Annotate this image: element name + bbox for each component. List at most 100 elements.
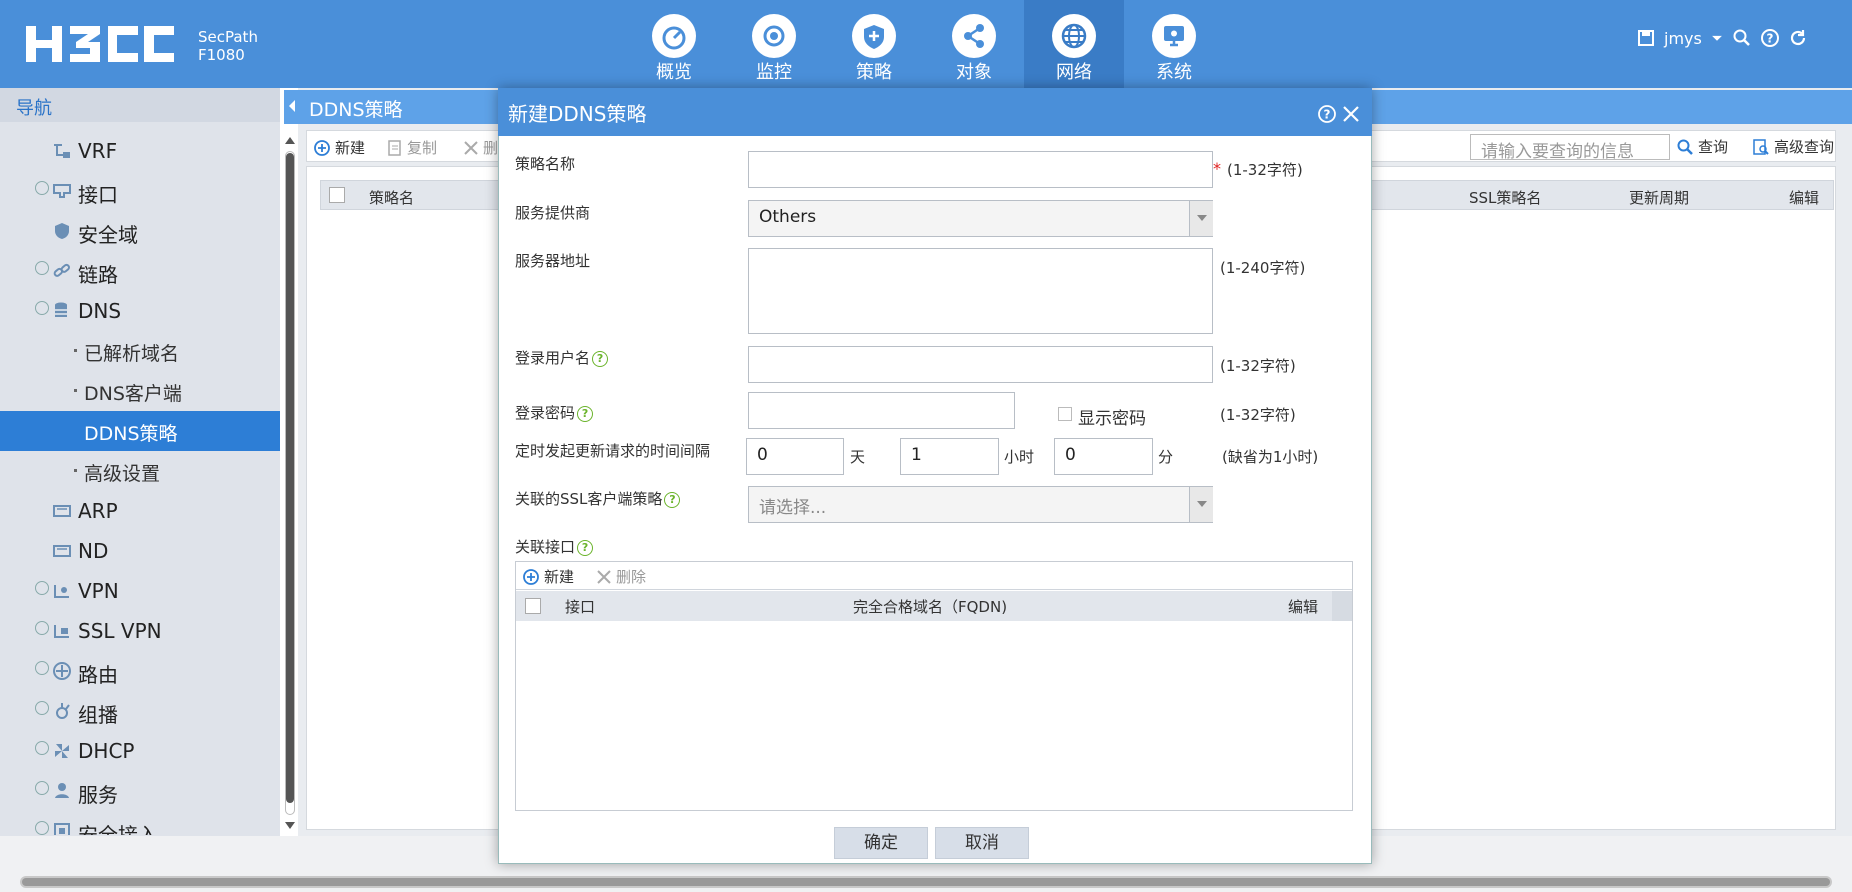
sidebar-item-label: SSL VPN	[78, 619, 162, 643]
advanced-query-button[interactable]: 高级查询	[1752, 136, 1834, 157]
ssl-policy-select[interactable]: 请选择...	[748, 486, 1213, 523]
expand-icon[interactable]	[35, 261, 49, 275]
expand-icon[interactable]	[35, 741, 49, 755]
expand-icon[interactable]	[35, 661, 49, 675]
cancel-button[interactable]: 取消	[935, 827, 1029, 859]
scroll-down-icon[interactable]	[284, 821, 296, 831]
column-fqdn[interactable]: 完全合格域名（FQDN)	[853, 596, 1007, 617]
sidebar-item-vrf[interactable]: VRF	[0, 131, 280, 171]
nav-system[interactable]: 系统	[1124, 0, 1224, 88]
expand-icon[interactable]	[35, 821, 49, 835]
interval-hours-input[interactable]: 1	[900, 438, 999, 475]
refresh-icon[interactable]	[1788, 28, 1808, 48]
interval-days-input[interactable]: 0	[746, 438, 844, 475]
provider-select[interactable]: Others	[748, 200, 1213, 237]
close-icon[interactable]	[1341, 104, 1361, 124]
nav-network[interactable]: 网络	[1024, 0, 1124, 88]
login-username-input[interactable]	[748, 346, 1213, 383]
expand-icon[interactable]	[35, 581, 49, 595]
sidebar-item-security-zone[interactable]: 安全域	[0, 211, 280, 251]
sidebar-item-interface[interactable]: 接口	[0, 171, 280, 211]
caret-down-icon[interactable]	[1710, 28, 1724, 48]
expand-icon[interactable]	[35, 701, 49, 715]
help-icon[interactable]: ?	[1317, 104, 1337, 124]
search-icon[interactable]	[1732, 28, 1752, 48]
username[interactable]: jmys	[1664, 29, 1702, 48]
sidebar-item-dns-client[interactable]: DNS客户端	[0, 371, 280, 411]
nav-overview[interactable]: 概览	[624, 0, 724, 88]
nav-object[interactable]: 对象	[924, 0, 1024, 88]
ssl-policy-placeholder: 请选择...	[759, 498, 827, 518]
horizontal-scroll-thumb[interactable]	[22, 878, 1830, 886]
nav-label: 对象	[956, 62, 992, 83]
sidebar-item-route[interactable]: 路由	[0, 651, 280, 691]
collapse-sidebar-icon[interactable]	[287, 98, 297, 114]
expand-icon[interactable]	[35, 621, 49, 635]
sidebar-item-ssl-vpn[interactable]: SSL VPN	[0, 611, 280, 651]
chevron-down-icon[interactable]	[1189, 487, 1213, 522]
interfaces-toolbar: 新建 删除	[516, 562, 1352, 590]
sidebar-item-service[interactable]: 服务	[0, 771, 280, 811]
sidebar-item-label: 链路	[78, 263, 118, 287]
policy-name-input[interactable]	[748, 151, 1213, 188]
required-asterisk: *	[1213, 159, 1221, 178]
sidebar-item-label: DDNS策略	[84, 423, 178, 445]
login-password-input[interactable]	[748, 392, 1015, 429]
nav-monitor[interactable]: 监控	[724, 0, 824, 88]
help-icon[interactable]: ?	[577, 406, 594, 422]
column-update-interval[interactable]: 更新周期	[1629, 187, 1689, 208]
column-interface[interactable]: 接口	[565, 596, 595, 617]
help-icon[interactable]: ?	[664, 492, 681, 508]
days-unit: 天	[850, 448, 866, 466]
scroll-thumb[interactable]	[286, 153, 294, 803]
sidebar-item-dns[interactable]: DNS	[0, 291, 280, 331]
server-address-textarea[interactable]	[748, 248, 1213, 334]
ok-button[interactable]: 确定	[834, 827, 928, 859]
sidebar-item-vpn[interactable]: VPN	[0, 571, 280, 611]
collapse-icon[interactable]	[35, 301, 49, 315]
expand-icon[interactable]	[35, 181, 49, 195]
search-input[interactable]: 请输入要查询的信息	[1470, 134, 1670, 162]
nav-policy[interactable]: 策略	[824, 0, 924, 88]
scroll-up-icon[interactable]	[284, 135, 296, 145]
column-policy-name[interactable]: 策略名	[369, 187, 414, 208]
interfaces-select-all-checkbox[interactable]	[525, 598, 541, 614]
hours-unit: 小时	[1004, 448, 1035, 466]
sidebar-item-secure-access[interactable]: 安全接入	[0, 811, 280, 835]
add-interface-button[interactable]: 新建	[522, 566, 574, 587]
sidebar-item-arp[interactable]: ARP	[0, 491, 280, 531]
help-icon[interactable]: ?	[1760, 28, 1780, 48]
nd-icon	[53, 545, 71, 557]
expand-icon[interactable]	[35, 781, 49, 795]
delete-button[interactable]: 删	[463, 137, 498, 158]
sidebar-item-dhcp[interactable]: DHCP	[0, 731, 280, 771]
column-ssl-policy[interactable]: SSL策略名	[1469, 187, 1541, 208]
interface-icon	[53, 184, 71, 198]
help-icon[interactable]: ?	[592, 351, 609, 367]
sidebar-item-link[interactable]: 链路	[0, 251, 280, 291]
sidebar-item-ddns-policy[interactable]: DDNS策略	[0, 411, 280, 451]
delete-interface-button[interactable]: 删除	[596, 566, 646, 587]
sidebar-item-advanced-settings[interactable]: 高级设置	[0, 451, 280, 491]
sidebar-item-multicast[interactable]: 组播	[0, 691, 280, 731]
copy-button[interactable]: 复制	[387, 137, 437, 158]
multicast-icon	[56, 703, 70, 719]
service-icon	[55, 783, 69, 798]
help-icon[interactable]: ?	[577, 540, 594, 556]
policy-name-label: 策略名称	[515, 155, 576, 173]
sidebar-nav-list: VRF 接口 安全域 链路 DNS 已解析域名 DNS客户端 DDNS策略 高级…	[0, 131, 280, 835]
select-all-checkbox[interactable]	[329, 187, 345, 203]
add-circle-icon	[314, 139, 330, 156]
copy-icon	[388, 139, 401, 156]
query-button[interactable]: 查询	[1676, 136, 1728, 157]
show-password-checkbox[interactable]	[1058, 407, 1072, 421]
policy-name-hint: (1-32字符)	[1227, 161, 1303, 179]
new-button[interactable]: 新建	[313, 137, 365, 158]
sidebar-item-nd[interactable]: ND	[0, 531, 280, 571]
ssl-policy-text: 关联的SSL客户端策略	[515, 490, 663, 508]
interval-minutes-input[interactable]: 0	[1054, 438, 1153, 475]
chevron-down-icon[interactable]	[1189, 201, 1213, 236]
sidebar-scrollbar[interactable]	[283, 131, 297, 835]
save-icon[interactable]	[1636, 28, 1656, 48]
sidebar-item-resolved-domains[interactable]: 已解析域名	[0, 331, 280, 371]
